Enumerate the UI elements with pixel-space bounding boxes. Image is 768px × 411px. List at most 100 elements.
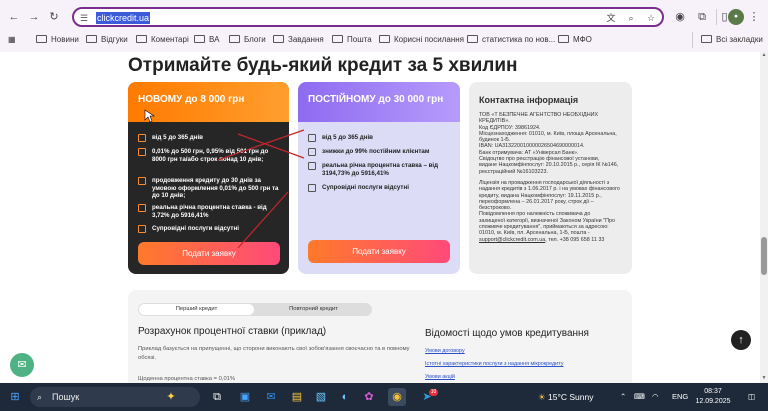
card-item-text: реальна річна процентна ставка – від 319…: [322, 162, 439, 177]
copilot-app-icon[interactable]: ✿: [360, 388, 378, 406]
bookmark-star-icon[interactable]: ☆: [644, 11, 658, 25]
photos-icon[interactable]: ▧: [312, 388, 330, 406]
url-text[interactable]: clickcredit.ua: [96, 12, 151, 24]
profile-avatar[interactable]: ●: [728, 9, 744, 25]
bookmark-label: Блоги: [244, 35, 266, 44]
copilot-icon[interactable]: ✦: [162, 388, 180, 406]
contact-card: Контактна інформація ТОВ «Т БЕЗПЕЧНЕ АГЕ…: [469, 82, 632, 274]
bookmark-label: статистика по нов...: [482, 35, 556, 44]
bookmark-label: МФО: [573, 35, 592, 44]
extensions-icon[interactable]: ⧉: [694, 9, 710, 25]
zoom-icon[interactable]: ⌕: [624, 11, 638, 25]
bookmark-label: Завдання: [288, 35, 324, 44]
store-icon[interactable]: ▣: [236, 388, 254, 406]
card-item-text: продовження кредиту до 30 днів за умовою…: [152, 177, 279, 199]
bookmark-item[interactable]: Відгуки: [86, 32, 128, 48]
translate-icon[interactable]: 文: [604, 11, 618, 25]
forward-icon[interactable]: →: [26, 9, 42, 25]
folder-icon: [86, 35, 97, 43]
weather-text: 15°C Sunny: [548, 392, 594, 402]
tab-first-credit[interactable]: Перший кредит: [139, 304, 254, 315]
folder-icon: [332, 35, 343, 43]
card-item-text: реальна річна процентна ставка - від 3,7…: [152, 204, 267, 219]
notifications-icon[interactable]: ◫: [748, 383, 755, 411]
explorer-icon[interactable]: ▤: [288, 388, 306, 406]
folder-icon: [136, 35, 147, 43]
menu-icon[interactable]: ⋮: [746, 9, 762, 25]
site-info-icon[interactable]: ☰: [80, 12, 92, 24]
card-regular-client: ПОСТІЙНОМУ до 30 000 грн від 5 до 365 дн…: [298, 82, 460, 274]
reload-icon[interactable]: ↻: [46, 9, 62, 25]
calc-text: Приклад базується на припущенні, що стор…: [138, 346, 410, 361]
contact-line: support@clickcredit.com.ua, тел. +38 095…: [479, 237, 627, 243]
calc-rate: Щоденна процентна ставка = 0,01%: [138, 376, 236, 382]
bookmark-item[interactable]: Пошта: [332, 32, 372, 48]
chat-icon[interactable]: ✉: [10, 353, 34, 377]
apps-icon[interactable]: ▦: [8, 32, 16, 48]
scrollbar[interactable]: ▲ ▼: [760, 52, 768, 383]
card-title: НОВОМУ до 8 000 грн: [128, 82, 289, 122]
folder-icon: [194, 35, 205, 43]
taskbar: ⊞ ⌕ Пошук ✦ ⧉ ▣ ✉ ▤ ▧ ◐ ✿ ◉ ➤ 10 ☀ 15°C S…: [0, 383, 768, 411]
card-title: ПОСТІЙНОМУ до 30 000 грн: [298, 82, 460, 122]
wifi-icon[interactable]: ◠: [652, 383, 659, 411]
bookmark-item[interactable]: Коментарі: [136, 32, 189, 48]
weather-widget[interactable]: ☀ 15°C Sunny: [538, 383, 593, 411]
card-new-client: НОВОМУ до 8 000 грн від 5 до 365 днів 0,…: [128, 82, 289, 274]
clock[interactable]: 08:37 12.09.2025: [692, 387, 734, 407]
back-icon[interactable]: ←: [6, 9, 22, 25]
apply-button[interactable]: Подати заявку: [138, 242, 280, 265]
scroll-down-icon[interactable]: ▼: [760, 375, 768, 383]
bookmarks-bar: ▦ Новини Відгуки Коментарі ВА Блоги Завд…: [0, 32, 768, 48]
terms-link[interactable]: Умови акцій: [425, 374, 455, 380]
calculation-section: Перший кредит Повторний кредит Розрахуно…: [128, 290, 632, 383]
bookmark-item[interactable]: статистика по нов...: [467, 32, 555, 48]
all-bookmarks-label: Всі закладки: [716, 35, 763, 44]
bookmark-item[interactable]: Завдання: [273, 32, 324, 48]
scroll-top-icon[interactable]: ↑: [731, 330, 751, 350]
terms-title: Відомості щодо умов кредитування: [425, 328, 589, 339]
tab-repeat-credit[interactable]: Повторний кредит: [256, 304, 371, 315]
folder-icon: [273, 35, 284, 43]
bookmark-item[interactable]: Корисні посилання: [379, 32, 464, 48]
bookmark-item[interactable]: Новини: [36, 32, 79, 48]
contact-phone: , тел. +38 095 658 11 33: [545, 236, 605, 243]
scrollbar-thumb[interactable]: [761, 237, 767, 275]
percent-icon: [308, 148, 316, 156]
browser-chrome: ← → ↻ ☰ clickcredit.ua 文 ⌕ ☆ ◉ ⧉ ▯ ● ⋮ ▦…: [0, 0, 768, 52]
apply-button[interactable]: Подати заявку: [308, 240, 450, 263]
clock-date: 12.09.2025: [695, 398, 731, 405]
lang-indicator[interactable]: ENG: [672, 383, 688, 411]
folder-icon: [229, 35, 240, 43]
bookmark-item[interactable]: МФО: [558, 32, 592, 48]
edge-icon[interactable]: ◐: [336, 388, 354, 406]
terms-link[interactable]: Істотні характеристики послуги з надання…: [425, 361, 563, 367]
support-email-link[interactable]: support@clickcredit.com.ua: [479, 237, 545, 243]
card-item-text: Супровідні послуги відсутні: [322, 184, 409, 191]
card-item-text: знижки до 99% постійним клієнтам: [322, 148, 430, 155]
folder-icon: [379, 35, 390, 43]
percent-icon: [138, 148, 146, 156]
bookmark-label: Коментарі: [151, 35, 189, 44]
bookmark-label: Корисні посилання: [394, 35, 464, 44]
scroll-up-icon[interactable]: ▲: [760, 52, 768, 60]
card-item-text: від 5 до 365 днів: [152, 134, 203, 141]
windows-start-icon[interactable]: ⊞: [6, 388, 24, 406]
address-bar[interactable]: ☰ clickcredit.ua 文 ⌕ ☆: [72, 7, 664, 27]
camera-icon[interactable]: ◉: [672, 9, 688, 25]
chrome-icon[interactable]: ◉: [388, 388, 406, 406]
bookmark-item[interactable]: ВА: [194, 32, 219, 48]
terms-link[interactable]: Умови договору: [425, 348, 465, 354]
web-page: Отримайте будь-який кредит за 5 хвилин Н…: [0, 52, 768, 383]
mail-icon[interactable]: ✉: [262, 388, 280, 406]
bookmark-item[interactable]: Блоги: [229, 32, 266, 48]
contact-body: ТОВ «Т БЕЗПЕЧНЕ АГЕНТСТВО НЕОБХІДНИХ КРЕ…: [479, 112, 627, 243]
task-view-icon[interactable]: ⧉: [208, 388, 226, 406]
tray-chevron-icon[interactable]: ⌃: [620, 383, 626, 411]
credit-tabs: Перший кредит Повторний кредит: [138, 303, 372, 316]
bookmark-label: Пошта: [347, 35, 372, 44]
search-icon: ⌕: [37, 392, 43, 402]
bookmark-label: Відгуки: [101, 35, 128, 44]
keyboard-icon[interactable]: ⌨: [634, 383, 645, 411]
all-bookmarks[interactable]: Всі закладки: [692, 32, 763, 48]
